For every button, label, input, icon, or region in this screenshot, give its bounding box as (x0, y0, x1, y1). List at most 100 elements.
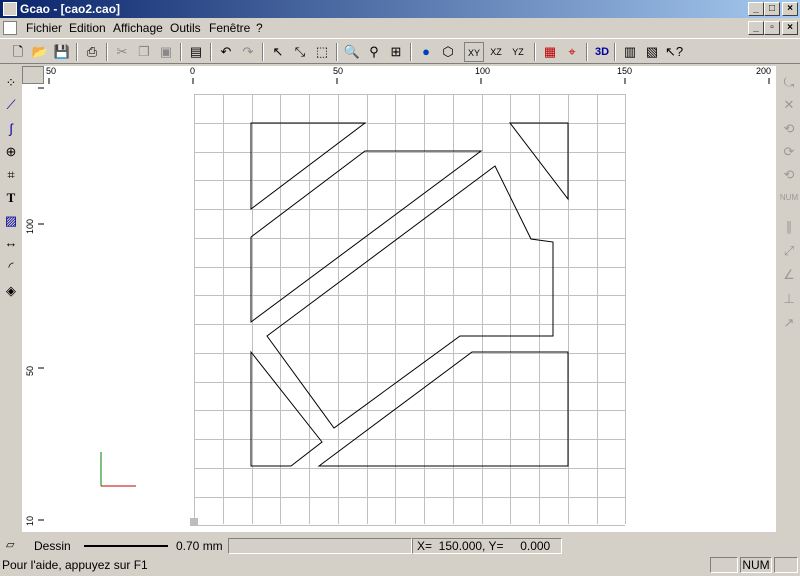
print-preview-icon[interactable]: ▥ (620, 42, 640, 62)
copy-icon[interactable]: ❐ (134, 42, 154, 62)
properties-icon[interactable]: ▤ (186, 42, 206, 62)
origin-marker (190, 518, 198, 526)
drawing-canvas[interactable] (44, 84, 776, 532)
perpendicular-icon[interactable]: ⊥ (778, 288, 800, 310)
distance-icon[interactable]: ⤢ (778, 240, 800, 262)
maximize-icon[interactable]: □ (764, 2, 780, 16)
print-icon[interactable]: ⎙ (82, 42, 102, 62)
redo-icon[interactable]: ↷ (238, 42, 258, 62)
ruler-tick-label: 50 (46, 66, 57, 76)
line-width-label[interactable]: 0.70 mm (176, 539, 223, 553)
fill-icon[interactable]: ◈ (0, 280, 22, 302)
shapes (250, 122, 569, 467)
view-xz-icon[interactable]: XZ (486, 42, 506, 62)
points-icon[interactable]: ⁘ (0, 72, 22, 94)
separator (76, 43, 78, 61)
rotate-num-icon[interactable]: NUM (778, 187, 800, 209)
vertical-ruler[interactable]: 100 50 10 (22, 84, 45, 532)
main-toolbar: 🗋 📂 💾 ⎙ ✂ ❐ ▣ ▤ ↶ ↷ ↖ ⤡ ⬚ 🔍 ⚲ ⊞ ● ⬡ XY X… (0, 38, 800, 64)
coordinates-display: X= 150.000, Y= 0.000 (412, 538, 562, 554)
hatch-icon[interactable]: ▨ (0, 210, 22, 232)
tangent-icon[interactable]: ↗ (778, 312, 800, 334)
zoom-window-icon[interactable]: ⬚ (312, 42, 332, 62)
separator (614, 43, 616, 61)
scale-icon[interactable]: ✕ (778, 94, 800, 116)
globe-icon[interactable]: ● (416, 42, 436, 62)
text-icon[interactable]: T (0, 187, 22, 209)
view-xy-icon[interactable]: XY (464, 42, 484, 62)
ruler-tick-label: 100 (475, 66, 491, 76)
zoom-icon[interactable]: 🔍 (342, 42, 362, 62)
parallel-icon[interactable]: ∥ (778, 216, 800, 238)
cut-icon[interactable]: ✂ (112, 42, 132, 62)
status-bar-top: ▱ Dessin 0.70 mm X= 150.000, Y= 0.000 (0, 536, 800, 556)
rotate-y-icon[interactable]: ⟳ (778, 141, 800, 163)
status-pane (774, 557, 798, 573)
dimension-icon[interactable]: ↔ (0, 232, 22, 254)
title-bar: Gcao - [cao2.cao] _ □ × (0, 0, 800, 18)
menu-edition[interactable]: Edition (67, 20, 108, 36)
ruler-tick-label: 150 (617, 66, 633, 76)
select-node-icon[interactable]: ⤡ (290, 42, 310, 62)
help-text: Pour l'aide, appuyez sur F1 (2, 558, 148, 572)
ruler-tick-label: 0 (190, 66, 196, 76)
ruler-tick-label: 10 (25, 515, 35, 526)
snap-icon[interactable]: ⌖ (562, 42, 582, 62)
angle-icon[interactable]: ∠ (778, 264, 800, 286)
window-title: Gcao - [cao2.cao] (20, 2, 121, 16)
ruler-corner (22, 66, 44, 84)
export-3d-icon[interactable]: ▧ (642, 42, 662, 62)
separator (336, 43, 338, 61)
polyline-icon[interactable]: ⟋ (0, 94, 22, 116)
grid (194, 94, 626, 526)
separator (106, 43, 108, 61)
separator (210, 43, 212, 61)
document-icon[interactable] (3, 21, 17, 35)
minimize-icon[interactable]: _ (748, 2, 764, 16)
cube-icon[interactable]: ⬡ (438, 42, 458, 62)
rect-transform-icon[interactable]: ⌗ (0, 164, 22, 186)
mdi-restore-icon[interactable]: ▫ (764, 21, 780, 35)
menu-affichage[interactable]: Affichage (111, 20, 165, 36)
transform-icon[interactable]: ⤿ (778, 72, 800, 94)
menu-fichier[interactable]: Fichier (24, 20, 64, 36)
separator (586, 43, 588, 61)
axis-indicator (100, 452, 136, 487)
menu-bar: Fichier Edition Affichage Outils Fenêtre… (0, 18, 800, 38)
shape-triangle-topleft (250, 122, 367, 211)
zoom-fit-icon[interactable]: ⚲ (364, 42, 384, 62)
close-icon[interactable]: × (782, 2, 798, 16)
mdi-close-icon[interactable]: × (782, 21, 798, 35)
drawing-svg[interactable] (44, 84, 776, 532)
menu-outils[interactable]: Outils (168, 20, 203, 36)
curve-icon[interactable]: ∫ (0, 118, 22, 140)
open-icon[interactable]: 📂 (30, 42, 50, 62)
undo-icon[interactable]: ↶ (216, 42, 236, 62)
paste-icon[interactable]: ▣ (156, 42, 176, 62)
zoom-all-icon[interactable]: ⊞ (386, 42, 406, 62)
horizontal-ruler[interactable]: 50 0 50 100 150 200 (44, 66, 776, 85)
line-width-swatch (84, 545, 168, 547)
app-icon[interactable] (3, 2, 17, 16)
select-arrow-icon[interactable]: ↖ (268, 42, 288, 62)
save-icon[interactable]: 💾 (52, 42, 72, 62)
arc-icon[interactable]: ◜ (0, 256, 22, 278)
mdi-minimize-icon[interactable]: _ (748, 21, 764, 35)
circle-icon[interactable]: ⊕ (0, 141, 22, 163)
new-icon[interactable]: 🗋 (8, 42, 28, 62)
ruler-tick-label: 50 (333, 66, 344, 76)
left-toolbar: ⁘ ⟋ ∫ ⊕ ⌗ T ▨ ↔ ◜ ◈ (0, 66, 22, 536)
view-yz-icon[interactable]: YZ (508, 42, 528, 62)
layer-icon[interactable]: ▦ (540, 42, 560, 62)
help-pointer-icon[interactable]: ↖? (664, 42, 684, 62)
rotate-z-icon[interactable]: ⟲ (778, 164, 800, 186)
ruler-tick-label: 100 (25, 218, 35, 234)
status-pane (710, 557, 738, 573)
view-3d-icon[interactable]: 3D (592, 42, 612, 62)
menu-help[interactable]: ? (254, 20, 265, 36)
ruler-tick-label: 200 (756, 66, 772, 76)
menu-fenetre[interactable]: Fenêtre (207, 20, 252, 36)
right-toolbar: ⤿ ✕ ⟲ ⟳ ⟲ NUM ∥ ⤢ ∠ ⊥ ↗ (778, 66, 800, 536)
rotate-x-icon[interactable]: ⟲ (778, 118, 800, 140)
shape-bottom-left (250, 350, 323, 467)
